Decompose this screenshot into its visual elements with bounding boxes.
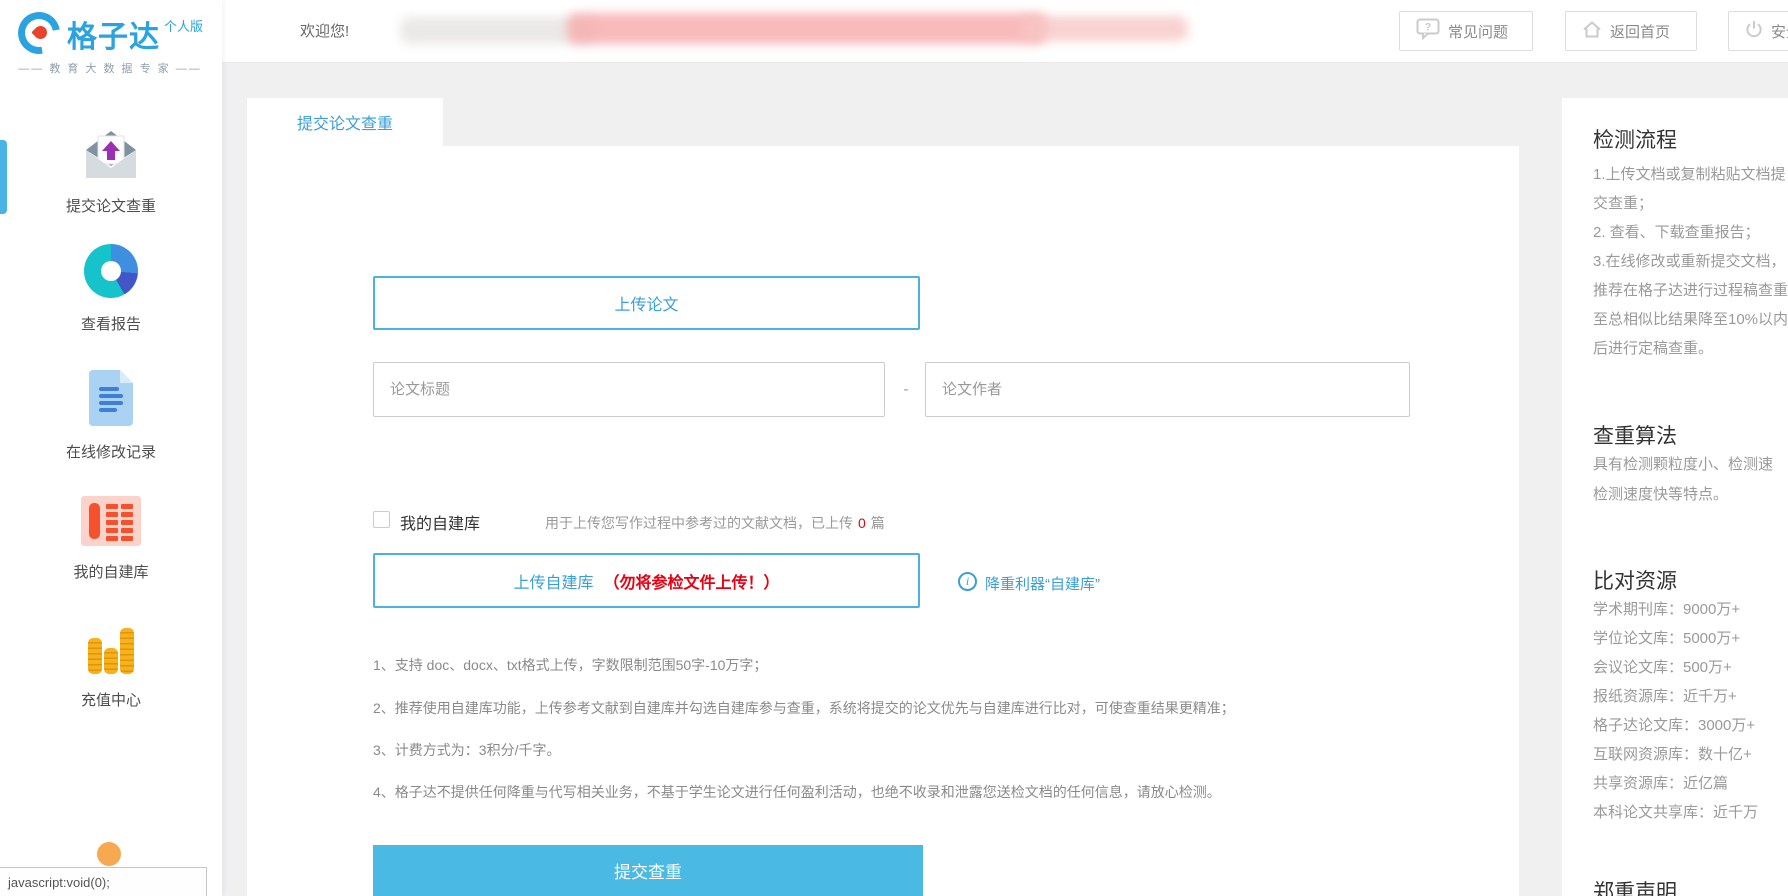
app-root: 欢迎您! ? 常见问题 返回首页 安 格子达 个人版 —— 教 育 大 数 据 … [0,0,1788,896]
upload-paper-button[interactable]: 上传论文 [373,276,920,330]
resource-row: 报纸资源库：近千万+ [1593,688,1737,705]
faq-button[interactable]: ? 常见问题 [1399,11,1533,51]
resource-row: 格子达论文库：3000万+ [1593,717,1756,734]
document-icon [89,370,133,426]
my-library-label: 我的自建库 [400,516,481,533]
newspaper-icon [81,496,141,546]
aside-title-statement: 郑重声明 [1593,881,1677,896]
redacted-username-blur [400,17,595,44]
brand-tagline: —— 教 育 大 数 据 专 家 —— [18,63,202,75]
home-icon [1582,20,1602,43]
envelope-upload-icon [80,128,142,185]
sidebar-item-edit-records[interactable]: 在线修改记录 [0,370,222,462]
faq-button-label: 常见问题 [1448,23,1509,41]
sidebar-item-label: 在线修改记录 [65,444,156,461]
sidebar-item-recharge-center[interactable]: 充值中心 [0,620,222,710]
redacted-username-blur [567,13,1047,44]
question-bubble-icon: ? [1416,18,1440,44]
sidebar-item-label: 充值中心 [80,692,141,709]
svg-text:?: ? [1425,22,1432,34]
sidebar-item-my-library[interactable]: 我的自建库 [0,496,222,582]
info-icon[interactable]: i [958,572,977,591]
brand-edition: 个人版 [164,19,204,34]
aside-resources-list: 学术期刊库：9000万+ 学位论文库：5000万+ 会议论文库：500万+ 报纸… [1593,595,1758,827]
sidebar-item-view-report[interactable]: 查看报告 [0,244,222,334]
power-icon [1745,20,1763,42]
resource-row: 学位论文库：5000万+ [1593,630,1741,647]
aside-process-text: 1.上传文档或复制粘贴文档提 交查重； 2. 查看、下载查重报告； 3.在线修改… [1593,166,1788,357]
home-button[interactable]: 返回首页 [1565,11,1697,51]
redacted-username-blur [1020,16,1188,41]
aside-title-algorithm: 查重算法 [1593,425,1677,448]
tab-submit-paper-check[interactable]: 提交论文查重 [247,98,443,146]
resource-row: 互联网资源库：数十亿+ [1593,746,1752,763]
welcome-text: 欢迎您! [300,23,350,40]
resource-row: 共享资源库：近亿篇 [1593,775,1729,792]
donut-chart-icon [84,244,138,298]
avatar-circle-icon[interactable] [97,842,121,866]
info-aside: 检测流程 1.上传文档或复制粘贴文档提 交查重； 2. 查看、下载查重报告； 3… [1562,98,1788,896]
library-tip-link[interactable]: 降重利器“自建库” [985,573,1100,594]
aside-algorithm-text: 具有检测颗粒度小、检测速 检测速度快等特点。 [1593,456,1774,503]
topbar: 欢迎您! ? 常见问题 返回首页 安 [222,0,1788,63]
aside-title-resources: 比对资源 [1593,570,1677,593]
note-line: 1、支持 doc、docx、txt格式上传，字数限制范围50字-10万字； [373,657,768,673]
upload-library-button[interactable]: 上传自建库 （勿将参检文件上传！） [373,553,920,608]
sidebar-item-label: 查看报告 [80,316,141,333]
status-tooltip-text: javascript:void(0); [8,874,110,890]
uploaded-count: 0 [858,515,866,531]
brand-logo-icon[interactable] [9,3,69,63]
paper-author-input[interactable] [925,362,1410,417]
aside-title-process: 检测流程 [1593,129,1677,152]
my-library-checkbox[interactable] [373,511,390,528]
resource-row: 会议论文库：500万+ [1593,659,1732,676]
upload-paper-label: 上传论文 [614,297,679,314]
sidebar-item-submit-check[interactable]: 提交论文查重 [0,128,222,216]
logout-button[interactable]: 安全退出 [1728,11,1788,51]
note-line: 3、计费方式为：3积分/千字。 [373,742,561,758]
brand-name: 格子达 [67,21,160,54]
home-button-label: 返回首页 [1610,23,1671,41]
coins-icon [86,620,136,674]
upload-library-warning: （勿将参检文件上传！） [603,574,780,592]
field-separator: - [903,381,909,398]
submit-check-button[interactable]: 提交查重 [373,845,923,896]
resource-row: 学术期刊库：9000万+ [1593,601,1741,618]
upload-library-label: 上传自建库 [513,574,594,592]
sidebar-item-label: 提交论文查重 [65,198,156,215]
resource-row: 本科论文共享库：近千万 [1593,804,1759,821]
main-panel: 上传论文 - 我的自建库 用于上传您写作过程中参考过的文献文档，已上传0篇 上传… [247,146,1519,896]
paper-title-input[interactable] [373,362,885,417]
logout-button-label: 安全退出 [1771,23,1788,41]
tab-label: 提交论文查重 [296,116,393,133]
note-line: 2、推荐使用自建库功能，上传参考文献到自建库并勾选自建库参与查重，系统将提交的论… [373,700,1235,716]
note-line: 4、格子达不提供任何降重与代写相关业务，不基于学生论文进行任何盈利活动，也绝不收… [373,784,1221,800]
sidebar: 格子达 个人版 —— 教 育 大 数 据 专 家 —— 提交论文查重 查看报告 [0,0,222,896]
status-tooltip: javascript:void(0); [0,867,207,896]
my-library-description: 用于上传您写作过程中参考过的文献文档，已上传 0 篇 [545,515,885,531]
sidebar-item-label: 我的自建库 [73,564,149,581]
